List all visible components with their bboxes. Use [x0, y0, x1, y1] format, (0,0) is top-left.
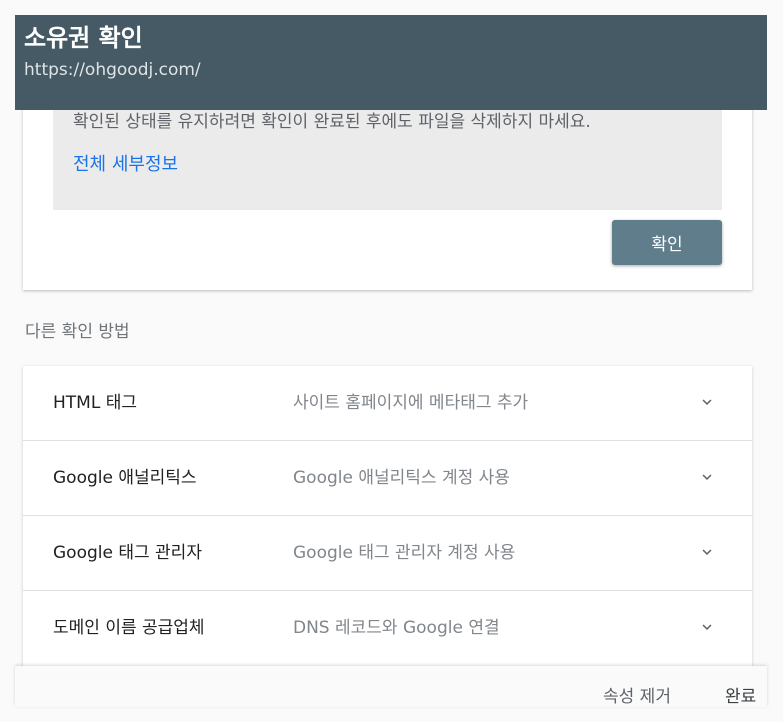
verify-button[interactable]: 확인 [612, 220, 722, 265]
method-name: Google 태그 관리자 [53, 543, 202, 563]
method-description: Google 애널리틱스 계정 사용 [293, 468, 510, 488]
method-name: Google 애널리틱스 [53, 468, 197, 488]
dialog-footer: 속성 제거 완료 [15, 666, 767, 707]
property-url: https://ohgoodj.com/ [24, 60, 201, 80]
chevron-down-icon[interactable] [698, 543, 716, 561]
method-description: 사이트 홈페이지에 메타태그 추가 [293, 393, 529, 413]
chevron-down-icon[interactable] [698, 393, 716, 411]
full-details-link[interactable]: 전체 세부정보 [73, 153, 178, 177]
remove-property-button[interactable]: 속성 제거 [603, 686, 671, 708]
method-name: 도메인 이름 공급업체 [53, 618, 205, 638]
method-row-google-tag-manager[interactable]: Google 태그 관리자 Google 태그 관리자 계정 사용 [23, 516, 752, 591]
dialog-header: 소유권 확인 https://ohgoodj.com/ [15, 15, 767, 110]
verification-card: 확인된 상태를 유지하려면 확인이 완료된 후에도 파일을 삭제하지 마세요. … [23, 100, 752, 290]
method-row-google-analytics[interactable]: Google 애널리틱스 Google 애널리틱스 계정 사용 [23, 441, 752, 516]
info-text: 확인된 상태를 유지하려면 확인이 완료된 후에도 파일을 삭제하지 마세요. [73, 112, 591, 132]
dialog-title: 소유권 확인 [24, 24, 143, 52]
info-box: 확인된 상태를 유지하려면 확인이 완료된 후에도 파일을 삭제하지 마세요. … [53, 100, 722, 210]
chevron-down-icon[interactable] [698, 618, 716, 636]
methods-list: HTML 태그 사이트 홈페이지에 메타태그 추가 Google 애널리틱스 G… [23, 366, 752, 676]
other-methods-label: 다른 확인 방법 [25, 322, 130, 342]
method-name: HTML 태그 [53, 393, 137, 413]
done-button[interactable]: 완료 [725, 686, 756, 708]
chevron-down-icon[interactable] [698, 468, 716, 486]
method-row-html-tag[interactable]: HTML 태그 사이트 홈페이지에 메타태그 추가 [23, 366, 752, 441]
method-description: DNS 레코드와 Google 연결 [293, 618, 500, 638]
method-description: Google 태그 관리자 계정 사용 [293, 543, 516, 563]
method-row-domain-provider[interactable]: 도메인 이름 공급업체 DNS 레코드와 Google 연결 [23, 591, 752, 665]
